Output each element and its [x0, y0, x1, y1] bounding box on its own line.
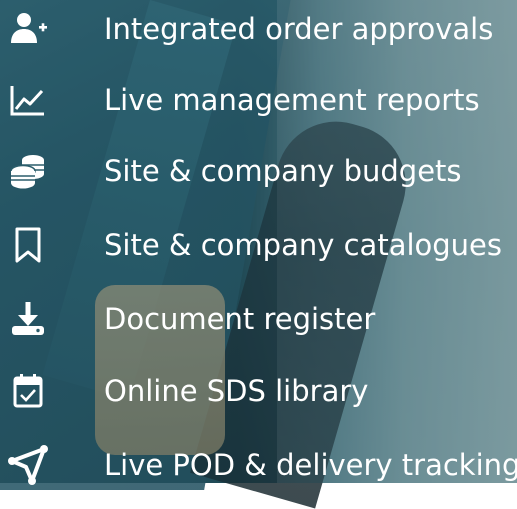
download-icon — [8, 299, 48, 339]
feature-list: Integrated order approvals Live manageme… — [0, 0, 517, 485]
feature-label: Live management reports — [104, 82, 480, 117]
user-plus-icon — [8, 9, 48, 49]
line-chart-icon — [8, 80, 48, 120]
calendar-check-icon — [8, 371, 48, 411]
feature-label: Site & company catalogues — [104, 227, 502, 262]
feature-label: Site & company budgets — [104, 153, 462, 188]
send-icon — [8, 445, 48, 485]
feature-label: Online SDS library — [104, 373, 369, 408]
coins-icon — [8, 151, 48, 191]
feature-label: Document register — [104, 301, 376, 336]
feature-list-screen: { "features": [ { "label": "Integrated o… — [0, 0, 517, 509]
feature-label: Live POD & delivery tracking — [104, 447, 517, 482]
feature-label: Integrated order approvals — [104, 11, 494, 46]
bookmark-icon — [8, 225, 48, 265]
